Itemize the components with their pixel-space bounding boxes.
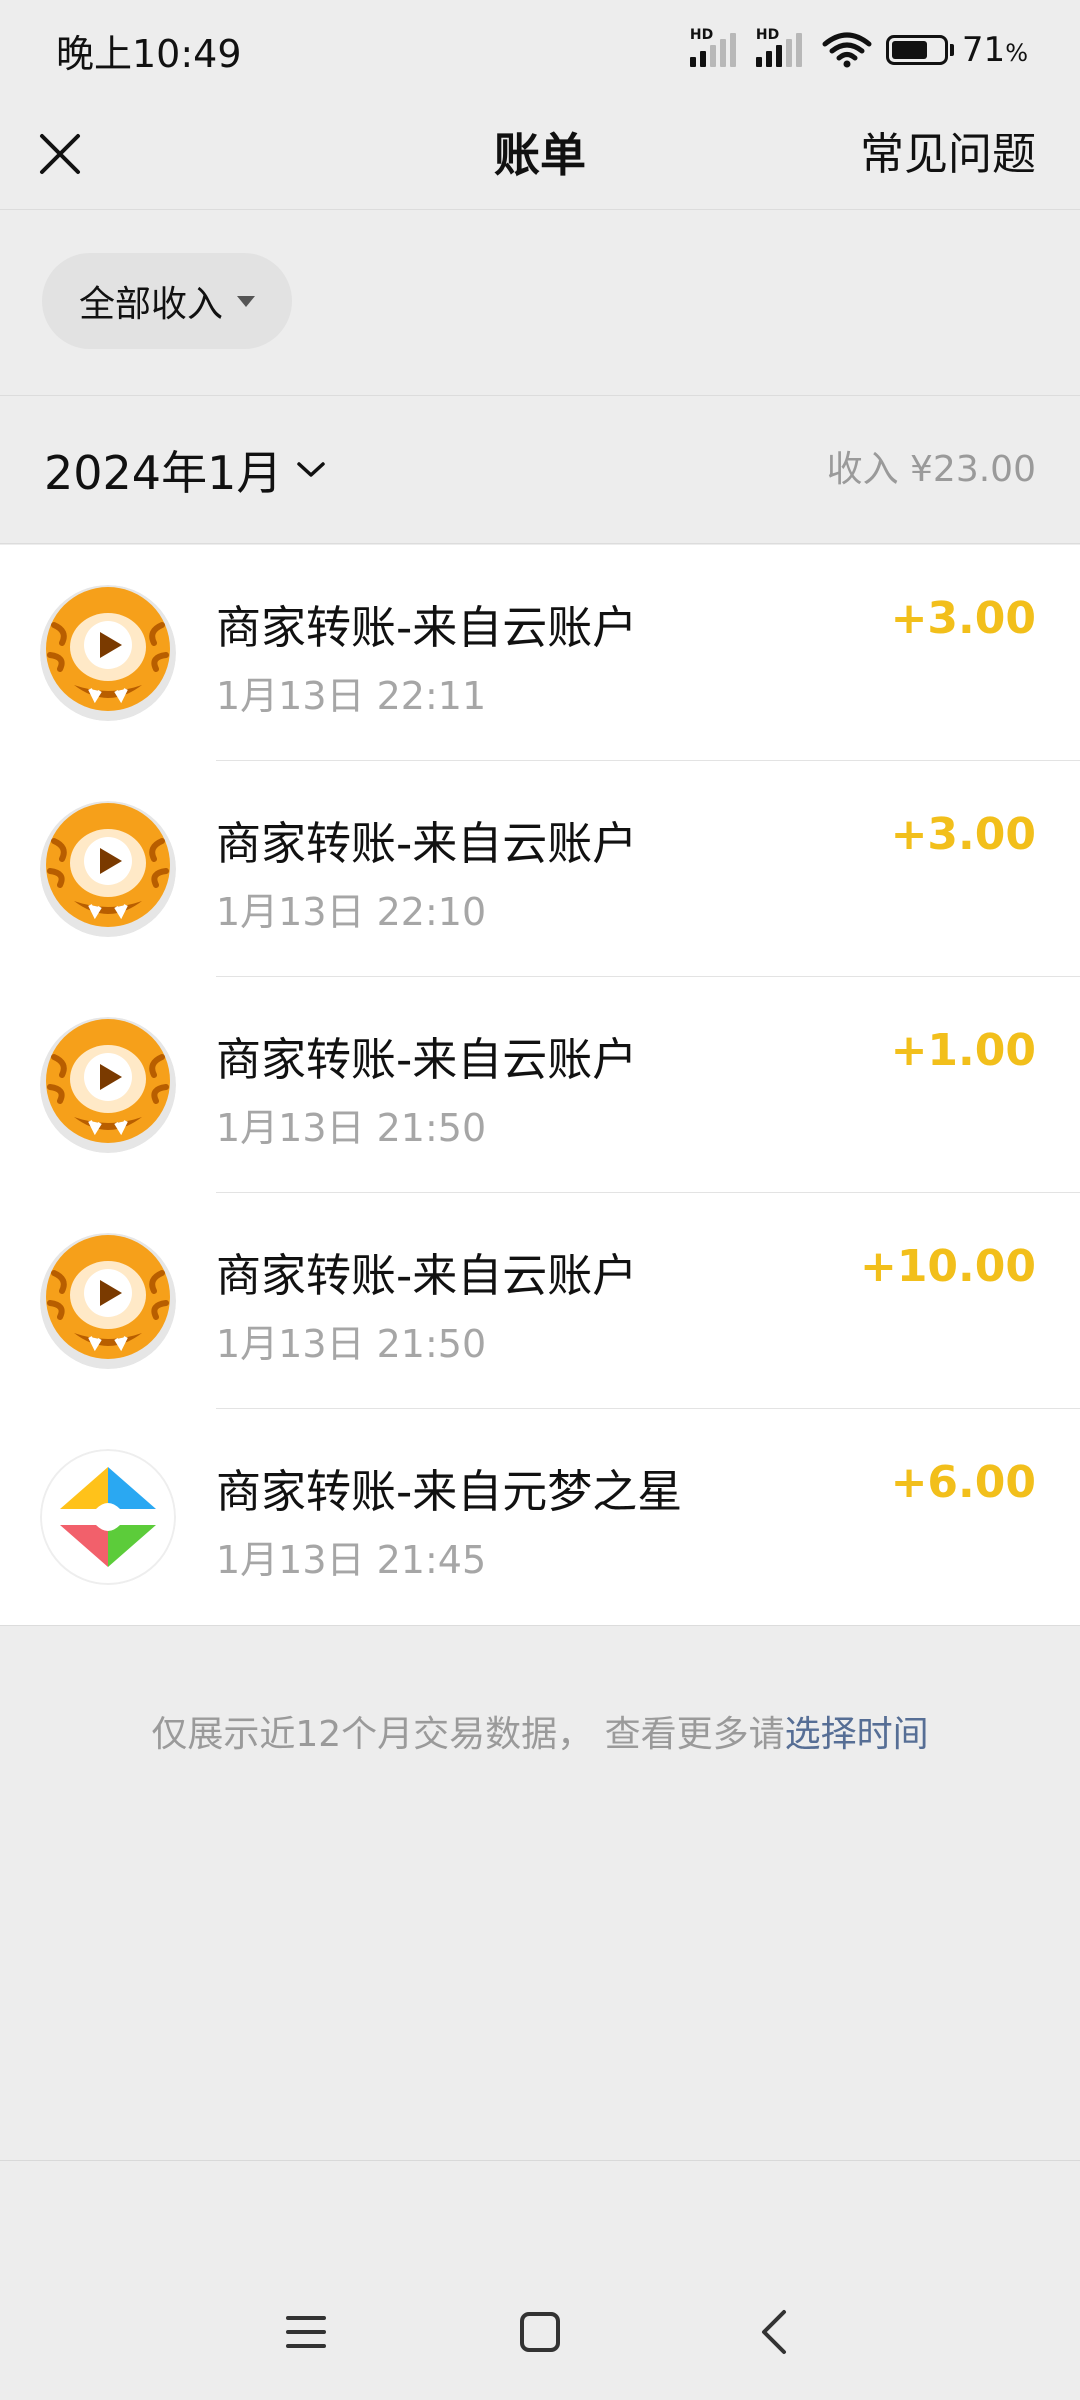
signal-icon: HD [689,27,742,67]
history-note: 仅展示近12个月交易数据， 查看更多请选择时间 [0,1705,1080,1757]
signal-icon: HD [755,27,808,67]
caret-down-icon [237,295,255,307]
wifi-icon [822,32,872,68]
filter-label: 全部收入 [78,284,223,325]
hd-badge: HD [689,27,714,43]
transaction-title: 商家转账-来自云账户 [216,1033,638,1086]
home-square-icon [520,2312,560,2352]
system-nav-bar [0,2280,1080,2390]
menu-button[interactable] [276,2302,336,2362]
transaction-amount: +3.00 [890,809,1036,860]
transaction-amount: +10.00 [859,1241,1036,1292]
hd-badge: HD [755,27,780,43]
history-note-text: 仅展示近12个月交易数据， [151,1714,594,1755]
transaction-row[interactable]: 商家转账-来自云账户 1月13日 21:50 +10.00 [0,1193,1080,1409]
divider [0,2160,1080,2161]
filter-bar: 全部收入 [0,211,1080,396]
transaction-row[interactable]: 商家转账-来自云账户 1月13日 22:10 +3.00 [0,761,1080,977]
transaction-time: 1月13日 21:45 [216,1538,487,1582]
battery-level: 71% [961,30,1028,70]
income-filter-dropdown[interactable]: 全部收入 [42,253,292,349]
month-selector[interactable]: 2024年1月 [44,396,326,544]
month-header: 2024年1月 收入 ¥23.00 [0,396,1080,544]
transaction-time: 1月13日 21:50 [216,1106,487,1150]
history-note-more: 查看更多请 [604,1714,785,1755]
transaction-row[interactable]: 商家转账-来自云账户 1月13日 22:11 +3.00 [0,545,1080,761]
bill-page: 晚上10:49 HD HD 71% 账单 常见问题 全部收入 2024年1月 收… [0,0,1080,2400]
battery-icon: 71% [885,30,1028,70]
chevron-down-icon [297,462,326,477]
tiger-video-icon [40,1017,176,1153]
faq-link[interactable]: 常见问题 [860,100,1036,210]
transaction-amount: +6.00 [890,1457,1036,1508]
tiger-video-icon [40,585,176,721]
transaction-time: 1月13日 22:10 [216,890,487,934]
transaction-title: 商家转账-来自云账户 [216,601,638,654]
transaction-time: 1月13日 22:11 [216,674,487,718]
colorful-diamond-icon [40,1449,176,1585]
home-button[interactable] [510,2302,570,2362]
transaction-amount: +1.00 [890,1025,1036,1076]
tiger-video-icon [40,1233,176,1369]
select-time-link[interactable]: 选择时间 [785,1714,929,1755]
transaction-time: 1月13日 21:50 [216,1322,487,1366]
status-time: 晚上10:49 [56,31,242,76]
nav-bar: 账单 常见问题 [0,100,1080,210]
month-income-total: 收入 ¥23.00 [826,449,1036,490]
transaction-row[interactable]: 商家转账-来自云账户 1月13日 21:50 +1.00 [0,977,1080,1193]
transaction-title: 商家转账-来自云账户 [216,817,638,870]
back-button[interactable] [744,2302,804,2362]
month-label: 2024年1月 [44,446,283,500]
transaction-title: 商家转账-来自云账户 [216,1249,638,1302]
back-chevron-icon [762,2310,786,2354]
status-icons: HD HD 71% [689,27,1028,70]
transaction-row[interactable]: 商家转账-来自元梦之星 1月13日 21:45 +6.00 [0,1409,1080,1625]
transaction-title: 商家转账-来自元梦之星 [216,1465,683,1518]
transaction-amount: +3.00 [890,593,1036,644]
tiger-video-icon [40,801,176,937]
transaction-list: 商家转账-来自云账户 1月13日 22:11 +3.00 商家转账-来自云账户 [0,545,1080,1626]
status-bar: 晚上10:49 HD HD 71% [0,0,1080,100]
menu-icon [286,2316,326,2348]
